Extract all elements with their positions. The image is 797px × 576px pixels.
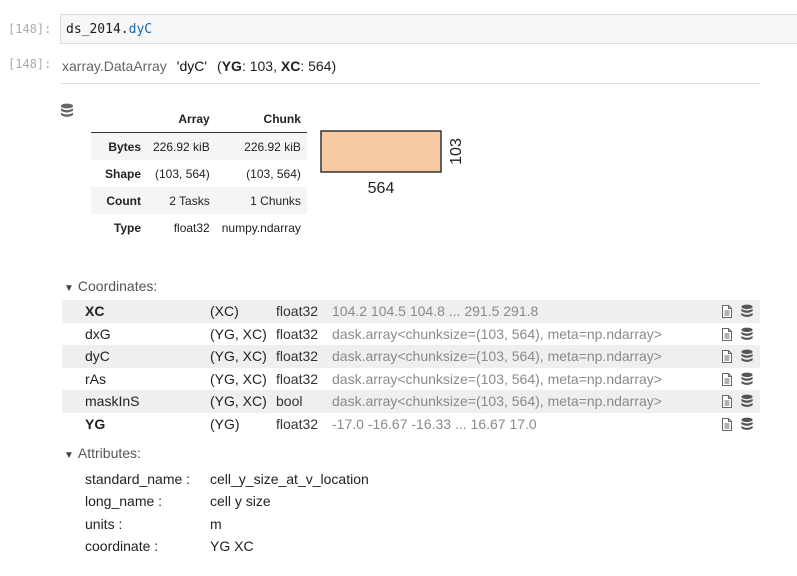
- attribute-key: long_name :: [85, 493, 163, 510]
- file-icon[interactable]: [721, 350, 733, 366]
- coordinates-title: Coordinates:: [77, 278, 158, 294]
- attribute-key: units :: [85, 515, 123, 532]
- coordinate-preview: dask.array<chunksize=(103, 564), meta=np…: [332, 393, 662, 409]
- input-prompt: [148]:: [8, 22, 52, 36]
- code-text: ds_2014.dyC: [66, 22, 152, 37]
- dask-row-count: Count 2 Tasks 1 Chunks: [91, 187, 307, 214]
- triangle-down-icon: ▼: [64, 283, 74, 294]
- dask-table-header-row: Array Chunk: [91, 105, 307, 133]
- dask-array-value: 226.92 kiB: [153, 139, 210, 154]
- coordinate-preview: dask.array<chunksize=(103, 564), meta=np…: [332, 370, 662, 387]
- dim-size-yg: : 103,: [241, 58, 281, 74]
- attribute-key: coordinate :: [85, 538, 159, 555]
- dim-size-xc: : 564): [300, 58, 337, 74]
- database-icon[interactable]: [740, 372, 754, 390]
- coordinate-dims: (YG, XC): [210, 370, 267, 387]
- coordinate-dtype: float32: [276, 415, 319, 432]
- database-icon[interactable]: [740, 394, 754, 412]
- coordinate-dtype: bool: [276, 393, 303, 409]
- coordinate-name: dxG: [85, 325, 111, 342]
- file-icon[interactable]: [721, 417, 733, 434]
- coordinate-dtype: float32: [276, 303, 319, 319]
- dask-row-type: Type float32 numpy.ndarray: [91, 214, 307, 241]
- dask-header-chunk: Chunk: [215, 105, 307, 133]
- dim-name-xc: XC: [280, 58, 301, 74]
- file-icon[interactable]: [721, 305, 733, 321]
- coordinate-preview: dask.array<chunksize=(103, 564), meta=np…: [332, 325, 662, 342]
- file-icon[interactable]: [721, 395, 733, 411]
- dask-array-value: (103, 564): [155, 166, 210, 181]
- dask-row-bytes: Bytes 226.92 kiB 226.92 kiB: [91, 132, 307, 160]
- triangle-down-icon: ▼: [64, 450, 74, 461]
- coordinate-dtype: float32: [276, 348, 319, 364]
- coordinate-name: XC: [85, 303, 105, 319]
- coordinate-name: YG: [85, 415, 106, 432]
- attributes-title: Attributes:: [77, 445, 141, 461]
- dask-row-label: Shape: [104, 166, 141, 181]
- attribute-value: cell y size: [210, 493, 271, 510]
- attribute-value: m: [210, 515, 222, 532]
- coordinate-dtype: float32: [276, 370, 319, 387]
- coordinate-row: maskInS (YG, XC) bool dask.array<chunksize=…: [62, 390, 760, 413]
- dask-header-array: Array: [147, 105, 216, 133]
- chunk-rectangle: [320, 130, 442, 173]
- output-prompt: [148]:: [8, 57, 52, 71]
- attribute-value: YG XC: [210, 538, 254, 555]
- array-name: 'dyC': [176, 58, 208, 74]
- dim-name-yg: YG: [221, 58, 242, 74]
- attributes-section-toggle[interactable]: ▼ Attributes:: [64, 445, 141, 461]
- file-icon[interactable]: [721, 327, 733, 344]
- coordinates-list: XC (XC) float32 104.2 104.5 104.8 ... 291.5…: [62, 300, 760, 435]
- coordinate-name: maskInS: [85, 393, 140, 409]
- dask-chunk-value: 1 Chunks: [250, 193, 301, 208]
- coordinate-preview: dask.array<chunksize=(103, 564), meta=np…: [332, 348, 662, 364]
- coordinate-preview: 104.2 104.5 104.8 ... 291.5 291.8: [332, 303, 539, 319]
- coordinate-row: rAs (YG, XC) float32 dask.array<chunksize=(…: [62, 368, 760, 391]
- code-attribute: dyC: [128, 22, 153, 37]
- database-icon[interactable]: [740, 304, 754, 322]
- chunk-height-label: 103: [448, 138, 465, 165]
- dask-chunk-value: (103, 564): [246, 166, 301, 181]
- coordinate-row: XC (XC) float32 104.2 104.5 104.8 ... 291.5…: [62, 300, 760, 323]
- dask-table-corner: [91, 105, 147, 133]
- database-icon[interactable]: [740, 327, 754, 345]
- coordinate-preview: -17.0 -16.67 -16.33 ... 16.67 17.0: [332, 415, 537, 432]
- coordinate-row: YG (YG) float32 -17.0 -16.67 -16.33 ... 16.…: [62, 413, 760, 436]
- array-header: xarray.DataArray 'dyC' (YG: 103, XC: 564): [62, 58, 336, 74]
- coordinate-dtype: float32: [276, 325, 319, 342]
- coordinate-dims: (YG, XC): [210, 325, 267, 342]
- coordinate-dims: (YG): [210, 415, 240, 432]
- coordinate-row: dxG (YG, XC) float32 dask.array<chunksize=(…: [62, 323, 760, 346]
- dask-chunk-value: numpy.ndarray: [221, 220, 301, 235]
- coordinate-dims: (XC): [210, 303, 239, 319]
- dask-row-label: Count: [106, 193, 141, 208]
- coordinate-dims: (YG, XC): [210, 348, 267, 364]
- dask-chunk-value: 226.92 kiB: [244, 139, 301, 154]
- coordinate-name: dyC: [85, 348, 110, 364]
- chunk-diagram: 564 103: [320, 130, 465, 197]
- file-icon[interactable]: [721, 372, 733, 389]
- array-dims: (YG: 103, XC: 564): [217, 58, 336, 74]
- code-cell-input[interactable]: ds_2014.dyC: [60, 14, 797, 44]
- dask-row-shape: Shape (103, 564) (103, 564): [91, 160, 307, 187]
- coordinate-row: dyC (YG, XC) float32 dask.array<chunksize=(…: [62, 345, 760, 368]
- header-divider: [60, 83, 760, 84]
- database-icon[interactable]: [740, 417, 754, 435]
- database-icon[interactable]: [740, 349, 754, 367]
- code-object: ds_2014.: [66, 22, 129, 37]
- dask-array-table: Array Chunk Bytes 226.92 kiB 226.92 kiB …: [91, 105, 307, 241]
- dask-row-label: Bytes: [108, 139, 141, 154]
- database-icon[interactable]: [60, 103, 74, 119]
- coordinates-section-toggle[interactable]: ▼ Coordinates:: [64, 278, 157, 294]
- dask-array-value: 2 Tasks: [169, 193, 210, 208]
- attribute-key: standard_name :: [85, 471, 191, 487]
- attribute-value: cell_y_size_at_v_location: [210, 471, 369, 487]
- coordinate-dims: (YG, XC): [210, 393, 267, 409]
- chunk-width-label: 564: [368, 180, 395, 197]
- array-class-name: xarray.DataArray: [62, 58, 167, 74]
- coordinate-name: rAs: [85, 370, 106, 387]
- dask-array-value: float32: [173, 220, 210, 235]
- dask-row-label: Type: [113, 220, 141, 235]
